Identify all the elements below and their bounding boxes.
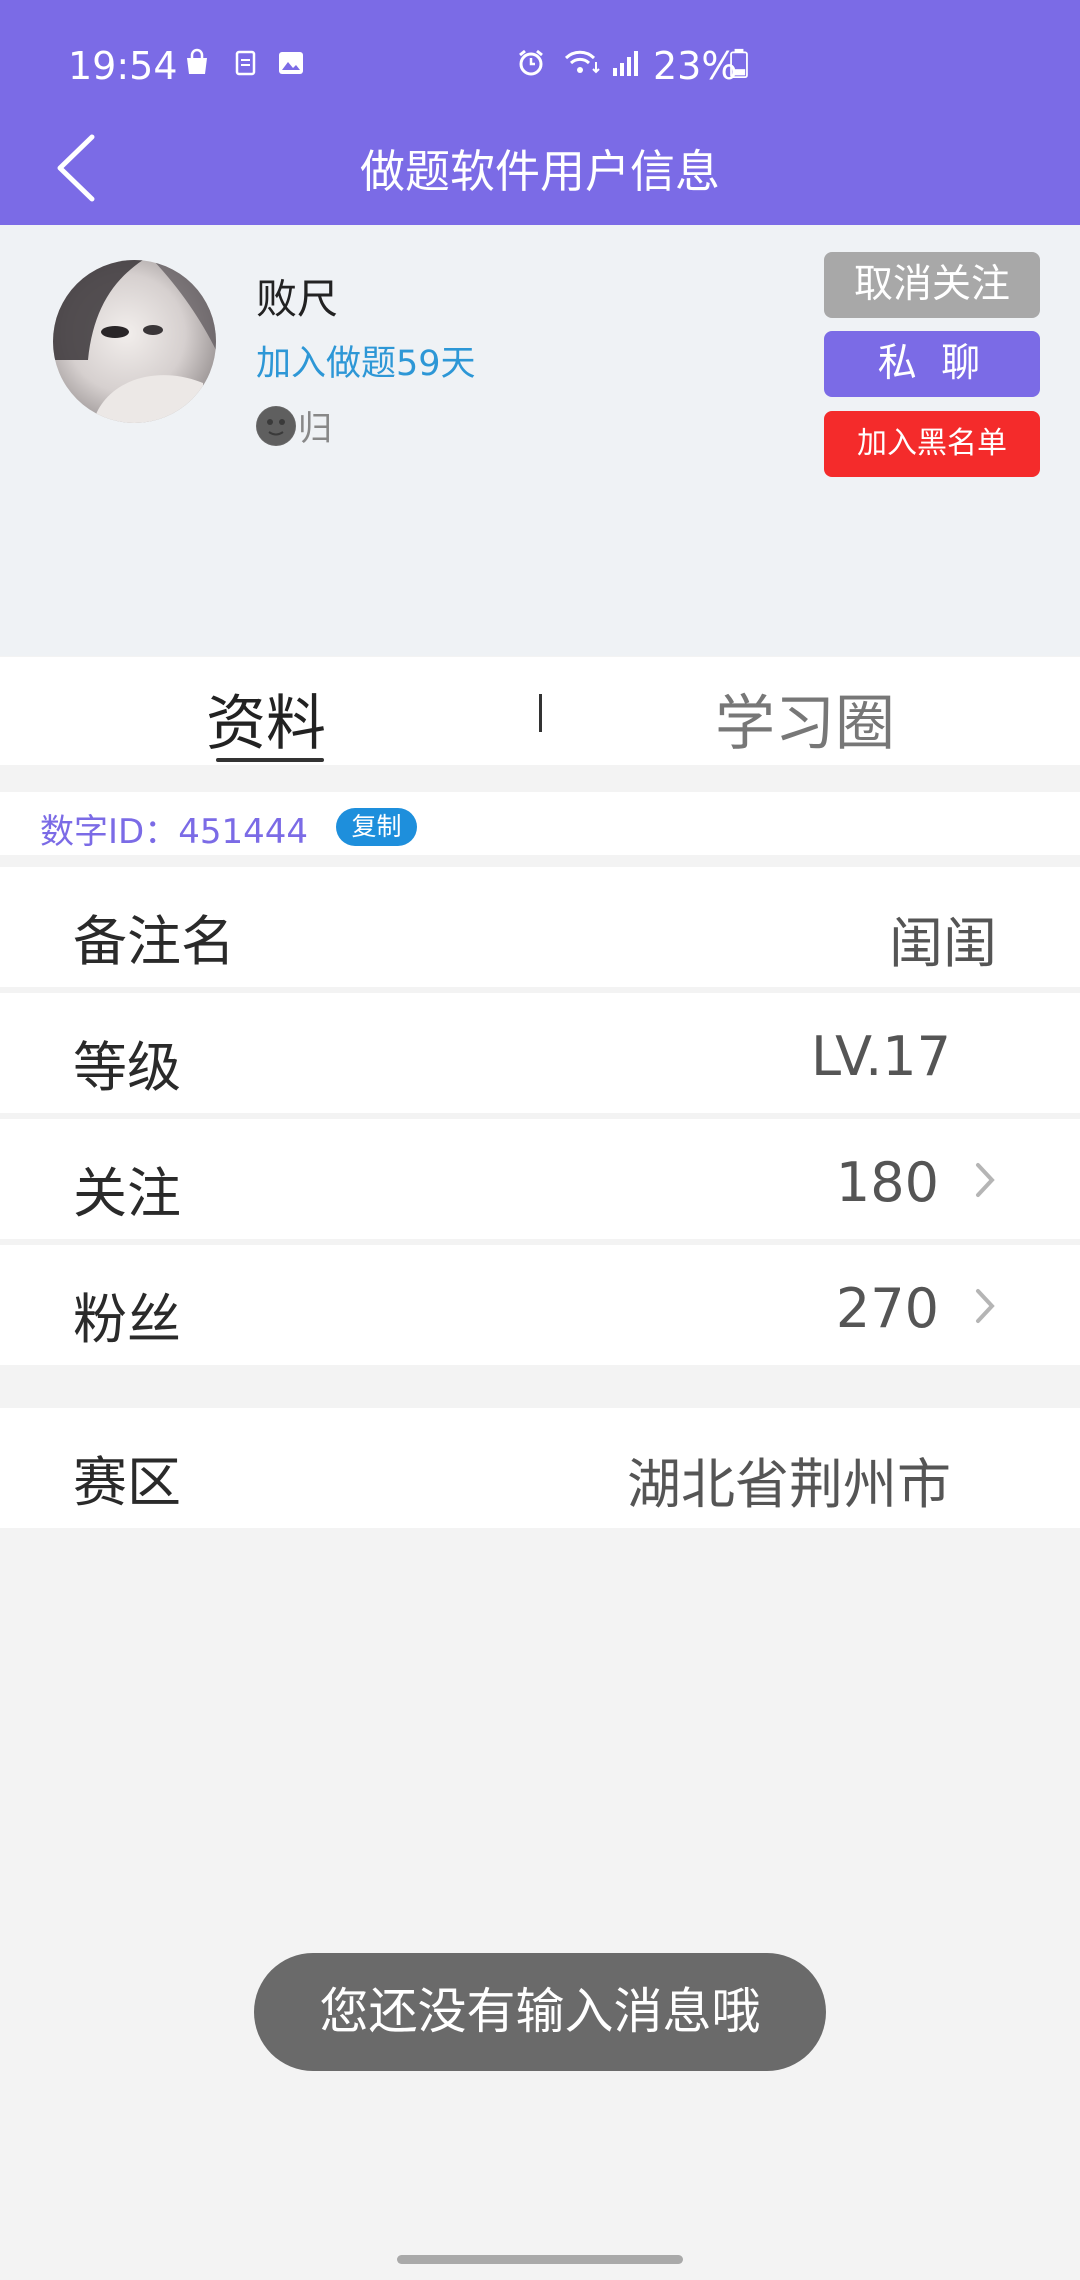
user-name: 败尺 — [256, 275, 338, 323]
page-title: 做题软件用户信息 — [359, 145, 720, 198]
detail-row-fans[interactable]: 粉丝 270 — [0, 1245, 1080, 1365]
chevron-right-icon — [976, 1163, 995, 1197]
detail-row-region: 赛区 湖北省荆州市 — [0, 1408, 1080, 1528]
remark-label: 备注名 — [73, 910, 235, 973]
battery-icon — [730, 48, 748, 78]
detail-row-level: 等级 LV.17 — [0, 993, 1080, 1113]
level-value: LV.17 — [810, 1025, 951, 1088]
tab-divider — [539, 694, 542, 732]
profile-card: 败尺 加入做题59天 归 取消关注 私 聊 加入黑名单 — [0, 225, 1080, 656]
signature-text: 归 — [298, 409, 332, 449]
fans-label: 粉丝 — [73, 1288, 181, 1351]
image-icon — [279, 52, 303, 74]
battery-percent: 23% — [653, 44, 738, 88]
detail-row-following[interactable]: 关注 180 — [0, 1119, 1080, 1239]
status-bar: 19:54 23% — [0, 0, 1080, 130]
app-header: 19:54 23% 做题软件用户信息 — [0, 0, 1080, 225]
moon-face-icon — [256, 405, 296, 446]
level-label: 等级 — [73, 1036, 181, 1099]
following-count: 180 — [835, 1151, 939, 1214]
fans-count: 270 — [835, 1277, 939, 1340]
toast-message: 您还没有输入消息哦 — [254, 1953, 826, 2071]
join-duration: 加入做题59天 — [256, 344, 476, 384]
shopping-bag-icon — [187, 48, 207, 74]
user-signature: 归 — [256, 401, 332, 450]
status-time: 19:54 — [68, 44, 178, 88]
following-label: 关注 — [73, 1162, 181, 1225]
avatar[interactable] — [53, 260, 216, 423]
tab-profile-info[interactable]: 资料 — [206, 675, 326, 762]
tab-study-circle[interactable]: 学习圈 — [715, 675, 895, 762]
remark-value: 闺闺 — [889, 912, 997, 975]
copy-id-button[interactable]: 复制 — [336, 808, 417, 846]
active-tab-indicator — [216, 758, 324, 762]
signal-icon — [613, 51, 638, 76]
detail-row-remark[interactable]: 备注名 闺闺 — [0, 867, 1080, 987]
wifi-icon — [564, 50, 600, 74]
document-icon — [235, 50, 256, 76]
digital-id: 数字ID：451444 — [40, 812, 308, 852]
home-indicator[interactable] — [397, 2255, 683, 2264]
chevron-right-icon — [976, 1289, 995, 1323]
alarm-icon — [519, 49, 543, 76]
add-to-blacklist-button[interactable]: 加入黑名单 — [824, 411, 1040, 477]
digital-id-row: 数字ID：451444 复制 — [0, 792, 1080, 855]
private-chat-button[interactable]: 私 聊 — [824, 331, 1040, 397]
region-value: 湖北省荆州市 — [627, 1453, 951, 1516]
region-label: 赛区 — [73, 1451, 181, 1514]
unfollow-button[interactable]: 取消关注 — [824, 252, 1040, 318]
